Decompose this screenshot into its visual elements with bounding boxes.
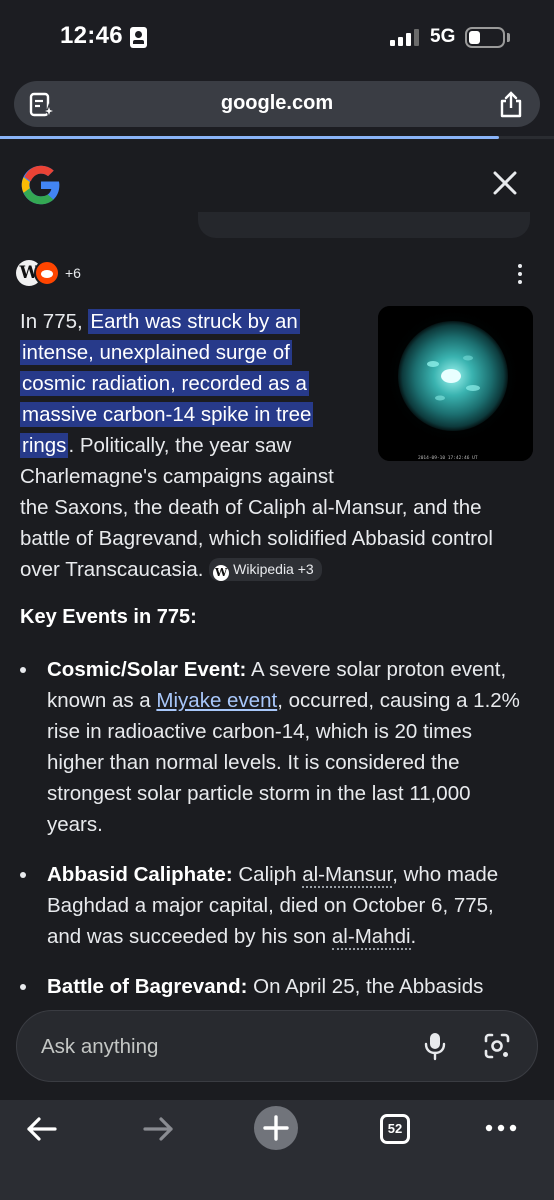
event-title: Abbasid Caliphate:	[47, 863, 233, 886]
event-text: , who made	[392, 863, 499, 886]
ask-placeholder[interactable]: Ask anything	[41, 1035, 158, 1059]
id-card-icon	[130, 27, 147, 48]
event-title: Battle of Bagrevand:	[47, 975, 248, 998]
answer-text: over Transcaucasia.	[20, 558, 210, 581]
answer-line: battle of Bagrevand, which solidified Ab…	[20, 523, 520, 554]
answer-text: Charlemagne's campaigns against	[20, 465, 334, 488]
event-text: Caliph	[232, 863, 303, 886]
event-text: known as a	[47, 689, 157, 712]
event-text: On April 25, the Abbasids	[247, 975, 484, 998]
forward-icon[interactable]	[142, 1112, 176, 1146]
list-item: Battle of Bagrevand: On April 25, the Ab…	[20, 971, 540, 1002]
more-sources-count: +6	[65, 265, 81, 281]
answer-text: battle of Bagrevand, which solidified Ab…	[20, 527, 493, 550]
list-item: Abbasid Caliphate: Caliph al-Mansur, who…	[20, 859, 540, 952]
more-options-icon[interactable]	[512, 262, 528, 286]
answer-text: In 775,	[20, 310, 89, 333]
back-icon[interactable]	[24, 1112, 58, 1146]
status-time: 12:46	[60, 22, 123, 49]
mic-icon[interactable]	[423, 1031, 447, 1061]
list-item: Cosmic/Solar Event: A severe solar proto…	[20, 654, 540, 840]
answer-line: intense, unexplained surge of	[20, 337, 520, 368]
answer-text: . Politically, the year saw	[68, 434, 292, 457]
ask-input[interactable]: Ask anything	[16, 1010, 538, 1082]
miyake-event-link[interactable]: Miyake event	[156, 689, 277, 712]
answer-highlight[interactable]: Earth was struck by an	[88, 309, 300, 334]
answer-line: massive carbon-14 spike in tree	[20, 399, 520, 430]
al-mahdi-term[interactable]: al-Mahdi	[331, 925, 411, 950]
event-title: Cosmic/Solar Event:	[47, 658, 247, 681]
event-text: and was succeeded by his son	[47, 925, 332, 948]
answer-line: Charlemagne's campaigns against	[20, 461, 520, 492]
battery-tip	[507, 33, 510, 42]
close-icon[interactable]	[490, 168, 520, 198]
al-mansur-term[interactable]: al-Mansur	[302, 863, 393, 888]
reddit-icon	[34, 260, 60, 286]
citation-chip-label: Wikipedia +3	[233, 561, 314, 577]
share-icon[interactable]	[498, 91, 524, 119]
network-label: 5G	[430, 26, 456, 47]
event-text: years.	[47, 813, 103, 836]
answer-highlight[interactable]: rings	[20, 433, 69, 458]
event-text: higher than normal levels. It is conside…	[47, 751, 460, 774]
answer-text: the Saxons, the death of Caliph al-Mansu…	[20, 496, 482, 519]
answer-highlight[interactable]: intense, unexplained surge of	[20, 340, 292, 365]
answer-line: rings. Politically, the year saw	[20, 430, 520, 461]
key-events-heading: Key Events in 775:	[20, 606, 197, 628]
address-bar[interactable]: google.com	[14, 81, 540, 127]
answer-highlight[interactable]: massive carbon-14 spike in tree	[20, 402, 314, 427]
lens-icon[interactable]	[483, 1032, 511, 1060]
answer-highlight[interactable]: cosmic radiation, recorded as a	[20, 371, 309, 396]
answer-line: In 775, Earth was struck by an	[20, 306, 520, 337]
page-load-progress	[0, 136, 554, 139]
event-text: , occurred, causing a 1.2%	[277, 689, 520, 712]
page-load-progress-fill	[0, 136, 499, 139]
browser-toolbar: google.com	[0, 76, 554, 140]
more-icon[interactable]	[484, 1116, 518, 1140]
event-text: A severe solar proton event,	[246, 658, 507, 681]
key-events-list: Cosmic/Solar Event: A severe solar proto…	[20, 654, 540, 1021]
answer-paragraph: In 775, Earth was struck by an intense, …	[20, 306, 520, 585]
bottom-nav: 52	[0, 1100, 554, 1200]
answer-line: over Transcaucasia. W Wikipedia +3	[20, 554, 520, 585]
event-text: strongest solar particle storm in the la…	[47, 782, 471, 805]
citation-chip[interactable]: W Wikipedia +3	[209, 558, 322, 581]
wikipedia-chip-icon: W	[213, 565, 230, 581]
ai-answer-panel: W +6 2014-09-10 17:42:46 UT In 775, Eart…	[0, 140, 554, 1100]
status-bar: 12:46 5G	[0, 0, 554, 76]
answer-line: the Saxons, the death of Caliph al-Mansu…	[20, 492, 520, 523]
new-tab-icon[interactable]	[254, 1106, 298, 1150]
plus-icon	[263, 1115, 289, 1141]
previous-query-bubble	[198, 212, 530, 238]
event-text: .	[410, 925, 417, 948]
event-text: Baghdad a major capital, died on October…	[47, 894, 494, 917]
answer-line: cosmic radiation, recorded as a	[20, 368, 520, 399]
battery-icon	[465, 27, 505, 48]
event-text: rise in radioactive carbon-14, which is …	[47, 720, 472, 743]
ask-area: Ask anything	[0, 1000, 554, 1100]
signal-icon	[390, 28, 420, 46]
google-logo[interactable]	[20, 164, 62, 206]
tabs-icon[interactable]: 52	[380, 1114, 410, 1144]
url-text[interactable]: google.com	[14, 92, 540, 115]
